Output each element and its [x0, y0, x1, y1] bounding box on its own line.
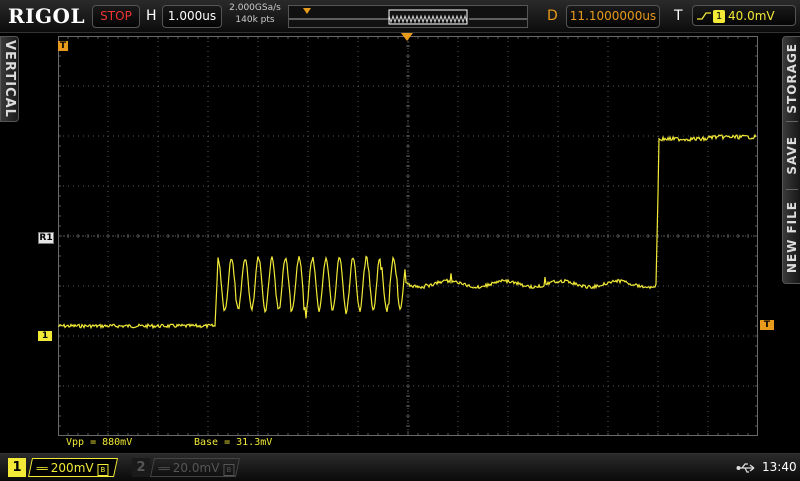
timebase-scale[interactable]: 1.000us	[162, 5, 222, 28]
trigger-time-marker[interactable]: T	[58, 41, 68, 51]
measurement-base: Base = 31.3mV	[194, 437, 273, 448]
channel1-scale[interactable]: ══ 200mV B	[27, 458, 119, 477]
new-file-tab-label: NEW FILE	[785, 200, 799, 274]
delay-label: D	[547, 8, 558, 24]
channel1-offset-marker[interactable]: 1	[38, 331, 52, 341]
trigger-position-icon	[303, 8, 311, 14]
memory-overview-waveform-icon	[289, 8, 527, 25]
system-clock: 13:40	[762, 460, 797, 474]
trigger-settings[interactable]: 1 40.0mV	[692, 5, 796, 26]
trigger-level: 40.0mV	[728, 9, 775, 23]
storage-tab[interactable]: STORAGE	[783, 39, 800, 117]
waveform-display[interactable]	[58, 36, 758, 436]
channel1-button[interactable]: 1	[8, 458, 26, 477]
run-stop-status[interactable]: STOP	[92, 5, 140, 28]
channel1-waveform	[58, 133, 757, 330]
bandwidth-limit-icon: B	[97, 464, 109, 476]
trigger-label: T	[674, 8, 683, 24]
graticule	[58, 36, 758, 436]
save-tab-label: SAVE	[785, 135, 799, 175]
channel-status-bar: 1 ══ 200mV B 2 ══ 20.0mV B 13:40	[0, 453, 800, 481]
top-status-bar: RIGOL STOP H 1.000us 2.000GSa/s 140k pts…	[0, 0, 800, 33]
bandwidth-limit-icon: B	[223, 464, 235, 476]
vertical-menu-tab[interactable]: VERTICAL	[0, 36, 19, 122]
channel2-scale-value: 20.0mV	[172, 461, 220, 475]
channel2-button[interactable]: 2	[132, 458, 150, 477]
trigger-position-marker[interactable]	[401, 33, 413, 42]
channel2-scale[interactable]: ══ 20.0mV B	[149, 458, 241, 477]
timebase-label: H	[146, 8, 157, 24]
reference-marker[interactable]: R1	[38, 232, 54, 244]
dc-coupling-icon: ══	[36, 464, 47, 475]
storage-tab-label: STORAGE	[785, 42, 799, 114]
new-file-tab[interactable]: NEW FILE	[783, 193, 800, 281]
rising-edge-icon	[697, 12, 711, 20]
brand-logo: RIGOL	[8, 4, 86, 28]
sample-rate: 2.000GSa/s	[229, 3, 281, 13]
measurement-readouts: Vpp = 880mV Base = 31.3mV	[58, 437, 758, 451]
save-tab[interactable]: SAVE	[783, 125, 800, 185]
measurement-vpp: Vpp = 880mV	[66, 437, 133, 448]
vertical-tab-label: VERTICAL	[2, 40, 17, 118]
trigger-level-marker[interactable]: T	[760, 320, 774, 330]
usb-icon	[736, 463, 755, 473]
trigger-source: 1	[713, 10, 725, 23]
dc-coupling-icon: ══	[158, 464, 169, 475]
delay-value[interactable]: 11.1000000us	[566, 5, 660, 28]
storage-menu-panel: STORAGE SAVE NEW FILE	[782, 36, 800, 284]
memory-overview[interactable]	[288, 5, 528, 28]
memory-depth: 140k pts	[235, 15, 275, 25]
channel1-scale-value: 200mV	[50, 461, 94, 475]
